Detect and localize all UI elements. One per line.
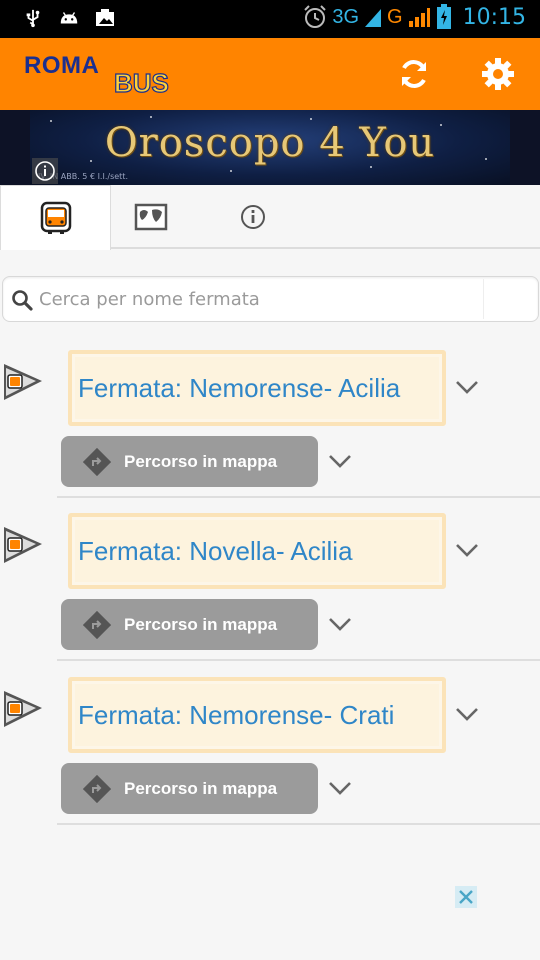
- route-map-button[interactable]: Percorso in mappa: [61, 599, 318, 650]
- chevron-down-icon[interactable]: [454, 703, 480, 725]
- route-map-button[interactable]: Percorso in mappa: [61, 436, 318, 487]
- info-icon[interactable]: [32, 158, 58, 184]
- stop-name: Fermata: Nemorense- Crati: [78, 699, 395, 730]
- directions-icon: [83, 611, 111, 639]
- ad-banner[interactable]: Oroscopo 4 You IV. IN ABB. 5 € I.I./sett…: [0, 110, 540, 185]
- stop-card[interactable]: Fermata: Nemorense- Acilia: [68, 350, 446, 426]
- chevron-down-icon[interactable]: [454, 376, 480, 398]
- ad-title: Oroscopo 4 You: [104, 120, 436, 166]
- search-bar: [2, 276, 539, 322]
- chevron-down-icon[interactable]: [327, 613, 353, 635]
- close-icon: [459, 890, 473, 904]
- stop-name: Fermata: Nemorense- Acilia: [78, 372, 401, 403]
- usb-icon: [26, 9, 40, 28]
- bus-stop-marker-icon: [4, 691, 42, 727]
- map-icon: [134, 203, 168, 231]
- close-ad-button[interactable]: [455, 886, 477, 908]
- android-debug-icon: [60, 12, 78, 24]
- chevron-down-icon[interactable]: [327, 450, 353, 472]
- refresh-button[interactable]: [394, 54, 434, 94]
- network-type-3g: 3G: [332, 5, 360, 28]
- tab-info[interactable]: [213, 185, 293, 249]
- gear-icon: [482, 58, 514, 90]
- search-input[interactable]: [39, 283, 479, 315]
- bus-icon: [40, 201, 71, 234]
- tab-map[interactable]: [111, 185, 191, 249]
- battery-charging-icon: [436, 4, 451, 29]
- status-bar: 3G G 10:15: [0, 0, 540, 38]
- bus-stop-marker-icon: [4, 527, 42, 563]
- network-type-g: G: [387, 5, 403, 28]
- route-map-button[interactable]: Percorso in mappa: [61, 763, 318, 814]
- route-map-label: Percorso in mappa: [124, 615, 278, 634]
- refresh-icon: [402, 60, 426, 88]
- settings-button[interactable]: [478, 54, 518, 94]
- tab-bar: [0, 185, 540, 250]
- signal-strength-icon: [408, 8, 430, 27]
- divider: [57, 823, 540, 825]
- list-item: Fermata: Nemorense- Crati Percorso in ma…: [0, 677, 540, 840]
- stop-card[interactable]: Fermata: Nemorense- Crati: [68, 677, 446, 753]
- search-icon: [12, 290, 33, 311]
- chevron-down-icon[interactable]: [454, 539, 480, 561]
- chevron-down-icon[interactable]: [327, 777, 353, 799]
- directions-icon: [83, 775, 111, 803]
- screenshot-icon: [96, 9, 114, 26]
- alarm-icon: [304, 5, 327, 28]
- route-map-label: Percorso in mappa: [124, 779, 278, 798]
- app-logo: ROMA BUS: [24, 52, 184, 99]
- directions-icon: [83, 448, 111, 476]
- logo-bus-text: BUS: [113, 67, 169, 98]
- signal-icon: [365, 9, 382, 27]
- divider: [57, 659, 540, 661]
- bus-stop-marker-icon: [4, 364, 42, 400]
- list-item: Fermata: Novella- Acilia Percorso in map…: [0, 513, 540, 676]
- clock: 10:15: [462, 4, 526, 30]
- search-divider: [483, 279, 484, 319]
- stop-name: Fermata: Novella- Acilia: [78, 535, 353, 566]
- divider: [57, 496, 540, 498]
- logo-roma-text: ROMA: [24, 52, 100, 79]
- stop-card[interactable]: Fermata: Novella- Acilia: [68, 513, 446, 589]
- tab-stops[interactable]: [0, 185, 111, 250]
- route-map-label: Percorso in mappa: [124, 452, 278, 471]
- info-icon: [241, 205, 265, 229]
- app-bar: ROMA BUS: [0, 38, 540, 110]
- list-item: Fermata: Nemorense- Acilia Percorso in m…: [0, 350, 540, 513]
